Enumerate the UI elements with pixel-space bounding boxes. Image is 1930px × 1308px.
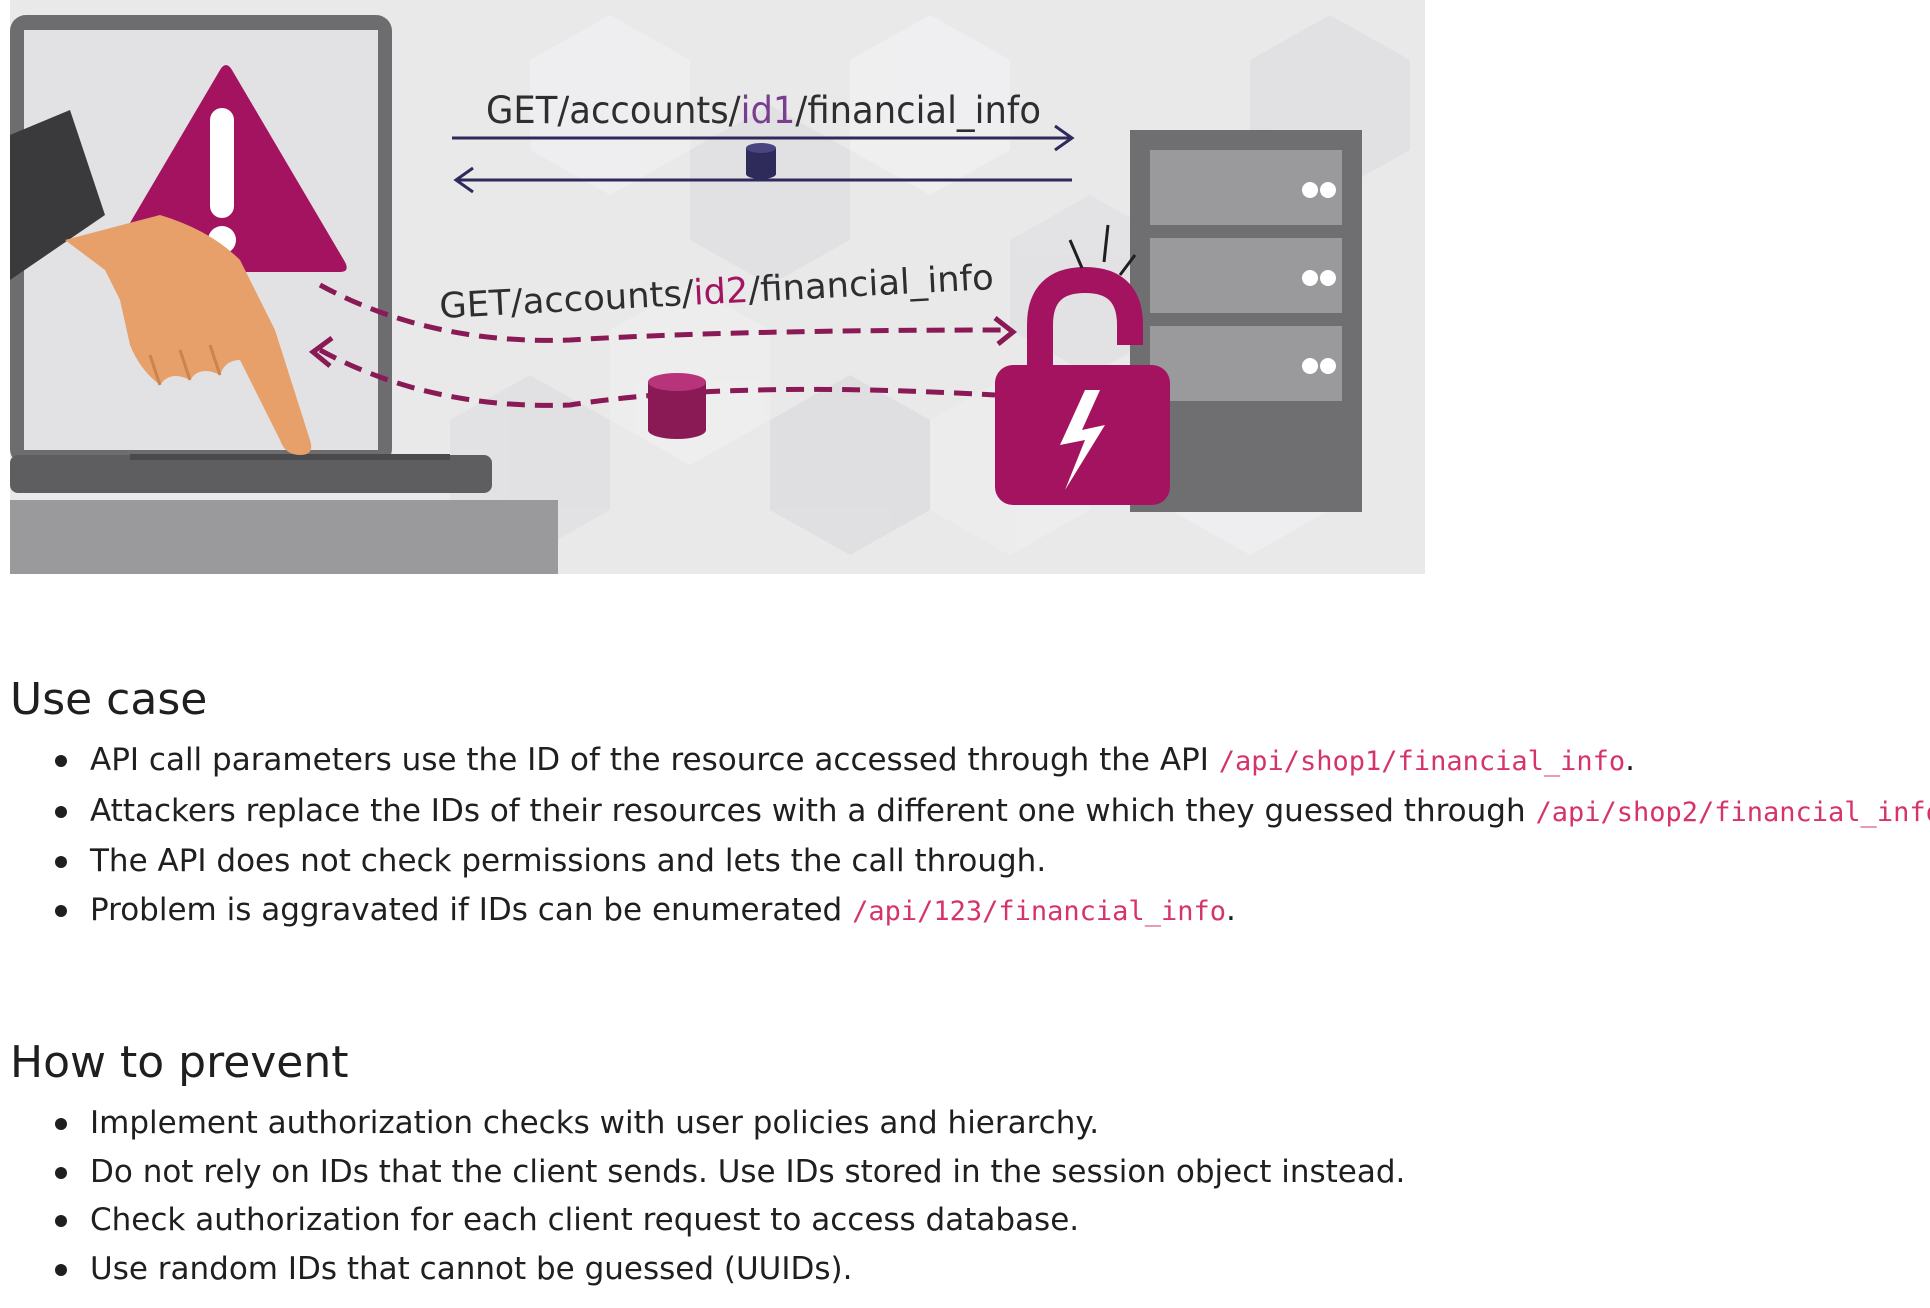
use-case-section: Use case API call parameters use the ID … <box>10 674 1930 937</box>
inline-code: /api/shop1/financial_info <box>1218 746 1626 777</box>
database-icon <box>648 373 706 439</box>
inline-code: /api/shop2/financial_info <box>1535 796 1930 828</box>
prevent-heading: How to prevent <box>10 1037 349 1088</box>
use-case-list: API call parameters use the ID of the re… <box>10 736 1930 937</box>
list-item: Problem is aggravated if IDs can be enum… <box>10 886 1920 937</box>
database-icon <box>746 143 776 179</box>
list-item: API call parameters use the ID of the re… <box>10 736 1920 787</box>
list-item: Attackers replace the IDs of their resou… <box>10 787 1930 838</box>
use-case-heading: Use case <box>10 674 208 725</box>
inline-code: /api/123/financial_info <box>852 895 1226 927</box>
list-item: Use random IDs that cannot be guessed (U… <box>10 1245 1920 1294</box>
prevent-section: How to prevent Implement authorization c… <box>10 1037 1920 1293</box>
list-item: The API does not check permissions and l… <box>10 837 1920 886</box>
bola-illustration: GET/accounts/id1/financial_info GET/acco… <box>10 0 1425 574</box>
legit-request-label: GET/accounts/id1/financial_info <box>486 89 1041 132</box>
list-item: Do not rely on IDs that the client sends… <box>10 1148 1920 1197</box>
list-item: Check authorization for each client requ… <box>10 1196 1920 1245</box>
prevent-list: Implement authorization checks with user… <box>10 1099 1920 1293</box>
list-item: Implement authorization checks with user… <box>10 1099 1920 1148</box>
bola-diagram: GET/accounts/id1/financial_info GET/acco… <box>10 15 1410 574</box>
